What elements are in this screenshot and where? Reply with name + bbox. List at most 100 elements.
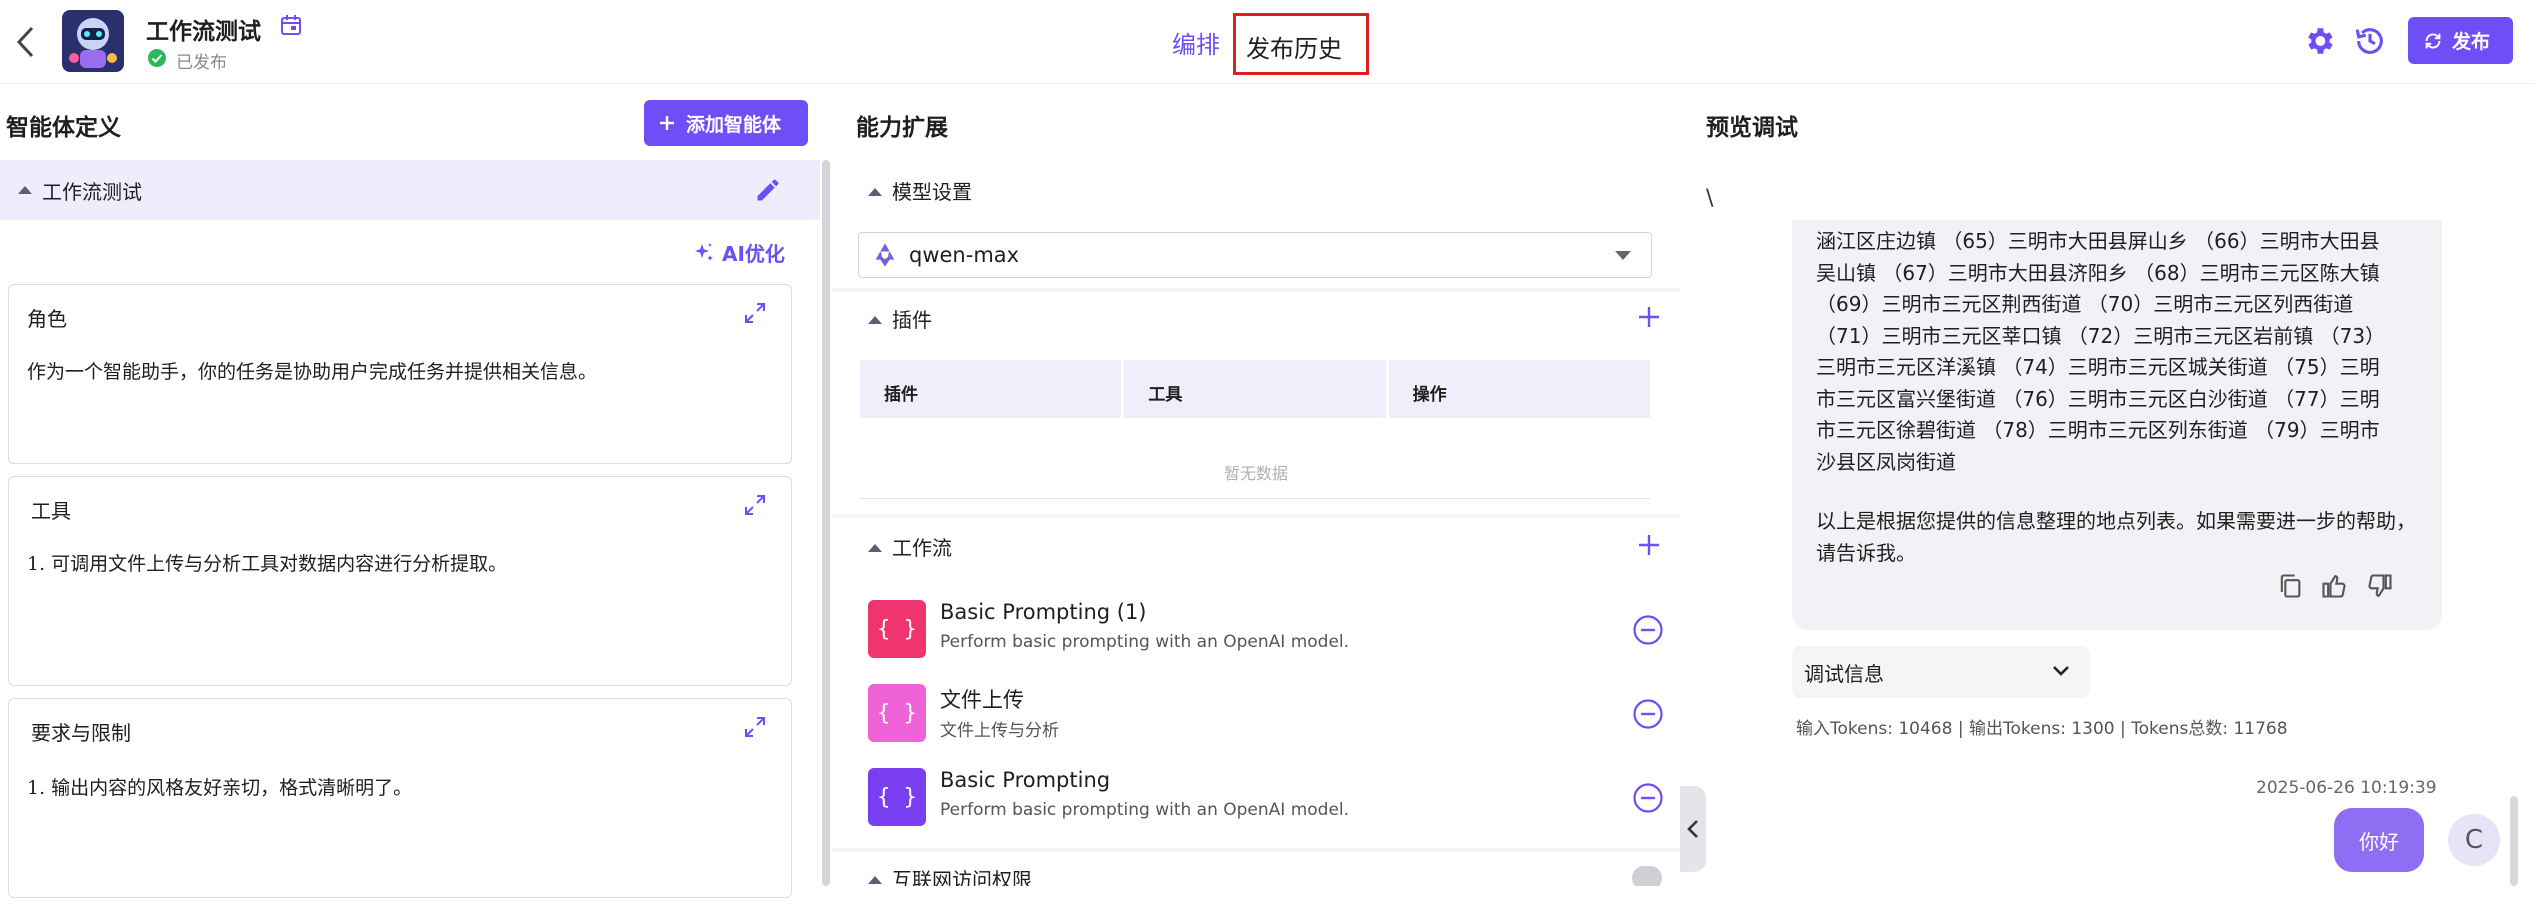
plugin-section: 插件 插件 工具 操作 暂无数据 [832, 292, 1680, 514]
assistant-message: 涵江区庄边镇 （65）三明市大田县屏山乡 （66）三明市大田县 吴山镇 （67）… [1792, 220, 2442, 630]
add-workflow-plus-icon[interactable] [1636, 532, 1662, 558]
history-icon[interactable] [2353, 24, 2387, 58]
thumbs-up-icon[interactable] [2320, 572, 2348, 600]
left-scrollbar[interactable] [822, 160, 830, 886]
message-text: 涵江区庄边镇 （65）三明市大田县屏山乡 （66）三明市大田县 吴山镇 （67）… [1816, 226, 2426, 478]
tools-card[interactable]: 工具 1. 可调用文件上传与分析工具对数据内容进行分析提取。 [8, 476, 792, 686]
workflow-section: 工作流 { } Basic Prompting (1) Perform basi… [832, 518, 1680, 848]
internet-toggle[interactable] [1632, 866, 1662, 886]
workflow-desc: Perform basic prompting with an OpenAI m… [940, 800, 1350, 820]
ai-optimize-label: AI优化 [722, 242, 785, 266]
dropdown-caret-icon [1615, 251, 1631, 260]
preview-debug-title: 预览调试 [1706, 115, 1798, 141]
gear-icon[interactable] [2302, 24, 2336, 58]
user-message: 你好 [2334, 808, 2424, 872]
tools-card-title: 工具 [31, 499, 71, 523]
constraints-card[interactable]: 要求与限制 1. 输出内容的风格友好亲切，格式清晰明了。 [8, 698, 792, 898]
calendar-icon[interactable] [280, 14, 302, 36]
copy-icon[interactable] [2276, 572, 2304, 600]
app-avatar [62, 10, 124, 72]
agent-name: 工作流测试 [42, 180, 142, 204]
message-timestamp: 2025-06-26 10:19:39 [2256, 778, 2437, 798]
internet-access-title: 互联网访问权限 [892, 868, 1032, 886]
sync-icon [2422, 30, 2444, 52]
collapse-caret-icon[interactable] [868, 188, 882, 196]
workflow-item[interactable]: { } 文件上传 文件上传与分析 [868, 682, 1663, 744]
workflow-item[interactable]: { } Basic Prompting Perform basic prompt… [868, 766, 1663, 828]
token-usage: 输入Tokens: 10468 | 输出Tokens: 1300 | Token… [1796, 719, 2288, 739]
column-action: 操作 [1388, 360, 1650, 418]
collapse-caret-icon[interactable] [868, 316, 882, 324]
thumbs-down-icon[interactable] [2366, 572, 2394, 600]
expand-icon[interactable] [743, 715, 767, 739]
qwen-logo-icon [871, 241, 899, 269]
publish-status: 已发布 [176, 53, 227, 73]
message-line: 三明市三元区洋溪镇 （74）三明市三元区城关街道 （75）三明 [1816, 355, 2380, 379]
capability-panel: 模型设置 qwen-max 插件 插件 工具 操作 暂无数据 工作流 {} B… [832, 160, 1680, 886]
right-scrollbar[interactable] [2510, 796, 2518, 886]
message-line: 市三元区富兴堡街道 （76）三明市三元区白沙街道 （77）三明 [1816, 386, 2380, 411]
workflow-title: 工作流 [892, 536, 952, 560]
collapse-panel-handle[interactable] [1680, 786, 1706, 872]
add-agent-button[interactable]: 添加智能体 [644, 100, 808, 146]
workflow-name: 文件上传 [940, 688, 1024, 712]
column-tool: 工具 [1124, 360, 1386, 418]
column-plugin: 插件 [860, 360, 1122, 418]
backslash-text: \ [1706, 186, 1714, 211]
message-line: 沙县区凤岗街道 [1816, 449, 1956, 474]
model-select[interactable]: qwen-max [858, 232, 1652, 278]
expand-icon[interactable] [743, 301, 767, 325]
agent-definition-title: 智能体定义 [6, 115, 121, 141]
expand-icon[interactable] [743, 493, 767, 517]
plugin-title: 插件 [892, 308, 932, 332]
chevron-down-icon [2052, 664, 2070, 678]
published-check-icon [147, 48, 167, 68]
role-card-title: 角色 [27, 307, 67, 331]
pencil-icon[interactable] [754, 176, 782, 204]
braces-icon: { } [868, 600, 926, 658]
tab-publish-history[interactable]: 发布历史 [1233, 13, 1369, 75]
chevron-left-icon [1687, 819, 1699, 839]
model-settings-title: 模型设置 [892, 180, 972, 204]
capability-title: 能力扩展 [856, 115, 948, 141]
plus-icon [658, 114, 676, 132]
app-title: 工作流测试 [146, 19, 261, 45]
workflow-item[interactable]: { } Basic Prompting (1) Perform basic pr… [868, 598, 1663, 660]
workflow-desc: Perform basic prompting with an OpenAI m… [940, 632, 1350, 652]
collapse-caret-icon[interactable] [868, 544, 882, 552]
model-settings-section: 模型设置 qwen-max [832, 160, 1680, 288]
role-card[interactable]: 角色 作为一个智能助手，你的任务是协助用户完成任务并提供相关信息。 [8, 284, 792, 464]
remove-circle-icon[interactable] [1632, 782, 1664, 814]
plugin-table-header: 插件 工具 操作 [860, 360, 1650, 418]
publish-button[interactable]: 发布 [2408, 17, 2513, 64]
collapse-caret-icon[interactable] [18, 186, 32, 194]
constraints-card-title: 要求与限制 [31, 721, 131, 745]
add-agent-label: 添加智能体 [686, 113, 782, 136]
add-plugin-plus-icon[interactable] [1636, 304, 1662, 330]
message-line: （69）三明市三元区荆西街道 （70）三明市三元区列西街道 [1816, 292, 2354, 316]
divider [860, 498, 1650, 499]
workflow-name: Basic Prompting [940, 768, 1111, 792]
agent-item[interactable]: 工作流测试 [0, 160, 820, 220]
tab-edit[interactable]: 编排 [1172, 25, 1220, 60]
ai-optimize-button[interactable]: AI优化 [692, 238, 785, 267]
back-arrow-icon[interactable] [14, 22, 38, 62]
remove-circle-icon[interactable] [1632, 698, 1664, 730]
message-line: 涵江区庄边镇 （65）三明市大田县屏山乡 （66）三明市大田县 [1816, 229, 2380, 253]
top-header: 工作流测试 已发布 编排 发布历史 发布 [0, 0, 2535, 84]
debug-info-dropdown[interactable]: 调试信息 [1792, 646, 2090, 698]
debug-info-label: 调试信息 [1804, 661, 1884, 686]
user-avatar[interactable]: C [2448, 814, 2500, 866]
message-line: 市三元区徐碧街道 （78）三明市三元区列东街道 （79）三明市 [1816, 418, 2380, 442]
braces-icon: { } [868, 768, 926, 826]
internet-access-section: 互联网访问权限 [832, 852, 1680, 886]
publish-label: 发布 [2452, 31, 2491, 53]
sparkle-icon [692, 241, 716, 265]
tools-card-text[interactable]: 1. 可调用文件上传与分析工具对数据内容进行分析提取。 [27, 549, 507, 576]
collapse-caret-icon[interactable] [868, 876, 882, 884]
remove-circle-icon[interactable] [1632, 614, 1664, 646]
braces-icon: { } [868, 684, 926, 742]
constraints-card-text[interactable]: 1. 输出内容的风格友好亲切，格式清晰明了。 [27, 773, 412, 800]
role-card-text[interactable]: 作为一个智能助手，你的任务是协助用户完成任务并提供相关信息。 [27, 357, 597, 384]
message-line: （71）三明市三元区莘口镇 （72）三明市三元区岩前镇 （73） [1816, 323, 2386, 348]
